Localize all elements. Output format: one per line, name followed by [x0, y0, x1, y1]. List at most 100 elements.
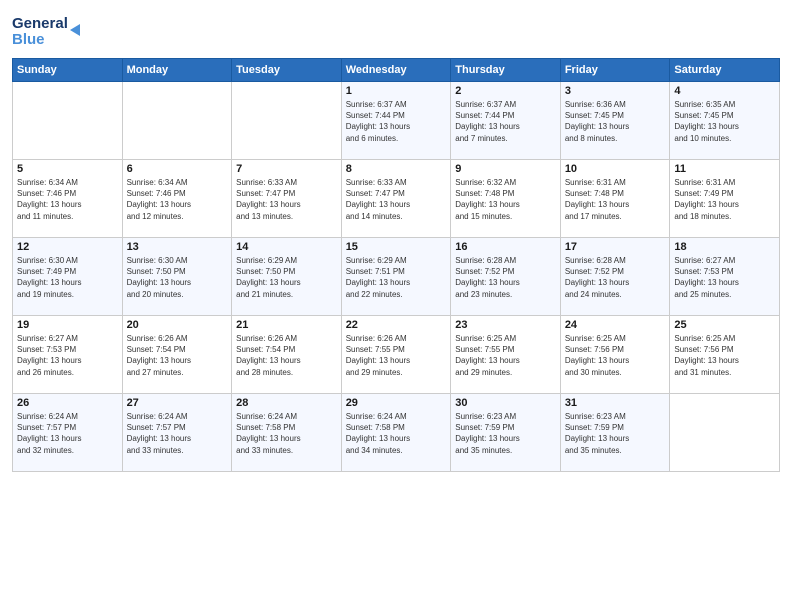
- calendar-cell: 29Sunrise: 6:24 AM Sunset: 7:58 PM Dayli…: [341, 394, 451, 472]
- day-info: Sunrise: 6:31 AM Sunset: 7:48 PM Dayligh…: [565, 177, 666, 222]
- weekday-header-wednesday: Wednesday: [341, 59, 451, 82]
- svg-text:Blue: Blue: [12, 31, 45, 48]
- day-info: Sunrise: 6:34 AM Sunset: 7:46 PM Dayligh…: [127, 177, 228, 222]
- weekday-header-tuesday: Tuesday: [232, 59, 342, 82]
- calendar-cell: 22 Sunrise: 6:26 AM Sunset: 7:55 PM Dayli…: [341, 316, 451, 394]
- day-info: Sunrise: 6:23 AM Sunset: 7:59 PM Dayligh…: [565, 411, 666, 456]
- day-info: Sunrise: 6:27 AM Sunset: 7:53 PM Dayligh…: [674, 255, 775, 300]
- calendar-week-2: 5 Sunrise: 6:34 AM Sunset: 7:46 PM Daylig…: [13, 160, 780, 238]
- day-info: Sunrise: 6:28 AM Sunset: 7:52 PM Dayligh…: [455, 255, 556, 300]
- calendar-cell: [13, 82, 123, 160]
- calendar-week-1: 1 Sunrise: 6:37 AM Sunset: 7:44 PM Daylig…: [13, 82, 780, 160]
- day-number: 12: [17, 241, 118, 253]
- calendar-cell: [670, 394, 780, 472]
- header: General Blue: [12, 10, 780, 50]
- calendar-cell: 3 Sunrise: 6:36 AM Sunset: 7:45 PM Daylig…: [560, 82, 670, 160]
- calendar-cell: 1 Sunrise: 6:37 AM Sunset: 7:44 PM Daylig…: [341, 82, 451, 160]
- day-info: Sunrise: 6:30 AM Sunset: 7:49 PM Dayligh…: [17, 255, 118, 300]
- day-info: Sunrise: 6:36 AM Sunset: 7:45 PM Dayligh…: [565, 99, 666, 144]
- calendar-cell: [232, 82, 342, 160]
- day-number: 27: [127, 397, 228, 409]
- calendar-cell: 16 Sunrise: 6:28 AM Sunset: 7:52 PM Dayli…: [451, 238, 561, 316]
- logo: General Blue: [12, 10, 82, 50]
- day-number: 22: [346, 319, 447, 331]
- day-number: 11: [674, 163, 775, 175]
- calendar-cell: 5 Sunrise: 6:34 AM Sunset: 7:46 PM Daylig…: [13, 160, 123, 238]
- calendar-cell: 21Sunrise: 6:26 AM Sunset: 7:54 PM Dayli…: [232, 316, 342, 394]
- day-number: 5: [17, 163, 118, 175]
- day-number: 20: [127, 319, 228, 331]
- day-info: Sunrise: 6:23 AM Sunset: 7:59 PM Dayligh…: [455, 411, 556, 456]
- day-info: Sunrise: 6:25 AM Sunset: 7:55 PM Dayligh…: [455, 333, 556, 378]
- day-info: Sunrise: 6:33 AM Sunset: 7:47 PM Dayligh…: [236, 177, 337, 222]
- calendar-cell: 11 Sunrise: 6:31 AM Sunset: 7:49 PM Dayli…: [670, 160, 780, 238]
- calendar-cell: 17Sunrise: 6:28 AM Sunset: 7:52 PM Dayli…: [560, 238, 670, 316]
- day-info: Sunrise: 6:30 AM Sunset: 7:50 PM Dayligh…: [127, 255, 228, 300]
- calendar-cell: 13 Sunrise: 6:30 AM Sunset: 7:50 PM Dayli…: [122, 238, 232, 316]
- day-number: 4: [674, 85, 775, 97]
- calendar-cell: 6Sunrise: 6:34 AM Sunset: 7:46 PM Daylig…: [122, 160, 232, 238]
- day-info: Sunrise: 6:34 AM Sunset: 7:46 PM Dayligh…: [17, 177, 118, 222]
- page: General Blue SundayMondayTuesdayWednesda…: [0, 0, 792, 612]
- day-info: Sunrise: 6:29 AM Sunset: 7:51 PM Dayligh…: [346, 255, 447, 300]
- day-number: 2: [455, 85, 556, 97]
- day-number: 18: [674, 241, 775, 253]
- day-info: Sunrise: 6:26 AM Sunset: 7:54 PM Dayligh…: [127, 333, 228, 378]
- weekday-header-thursday: Thursday: [451, 59, 561, 82]
- calendar-cell: 19 Sunrise: 6:27 AM Sunset: 7:53 PM Dayli…: [13, 316, 123, 394]
- day-info: Sunrise: 6:35 AM Sunset: 7:45 PM Dayligh…: [674, 99, 775, 144]
- calendar-week-5: 26 Sunrise: 6:24 AM Sunset: 7:57 PM Dayli…: [13, 394, 780, 472]
- weekday-header-sunday: Sunday: [13, 59, 123, 82]
- day-number: 3: [565, 85, 666, 97]
- weekday-header-saturday: Saturday: [670, 59, 780, 82]
- day-number: 13: [127, 241, 228, 253]
- day-number: 15: [346, 241, 447, 253]
- day-info: Sunrise: 6:24 AM Sunset: 7:57 PM Dayligh…: [127, 411, 228, 456]
- day-info: Sunrise: 6:27 AM Sunset: 7:53 PM Dayligh…: [17, 333, 118, 378]
- calendar-cell: 7 Sunrise: 6:33 AM Sunset: 7:47 PM Daylig…: [232, 160, 342, 238]
- calendar-cell: 26 Sunrise: 6:24 AM Sunset: 7:57 PM Dayli…: [13, 394, 123, 472]
- day-info: Sunrise: 6:37 AM Sunset: 7:44 PM Dayligh…: [455, 99, 556, 144]
- day-info: Sunrise: 6:25 AM Sunset: 7:56 PM Dayligh…: [565, 333, 666, 378]
- day-number: 24: [565, 319, 666, 331]
- day-info: Sunrise: 6:25 AM Sunset: 7:56 PM Dayligh…: [674, 333, 775, 378]
- day-number: 25: [674, 319, 775, 331]
- weekday-header-friday: Friday: [560, 59, 670, 82]
- calendar-table: SundayMondayTuesdayWednesdayThursdayFrid…: [12, 58, 780, 472]
- day-number: 9: [455, 163, 556, 175]
- calendar-cell: 12 Sunrise: 6:30 AM Sunset: 7:49 PM Dayli…: [13, 238, 123, 316]
- calendar-cell: 25 Sunrise: 6:25 AM Sunset: 7:56 PM Dayli…: [670, 316, 780, 394]
- calendar-cell: 9 Sunrise: 6:32 AM Sunset: 7:48 PM Daylig…: [451, 160, 561, 238]
- calendar-cell: 8 Sunrise: 6:33 AM Sunset: 7:47 PM Daylig…: [341, 160, 451, 238]
- day-info: Sunrise: 6:31 AM Sunset: 7:49 PM Dayligh…: [674, 177, 775, 222]
- svg-text:General: General: [12, 15, 68, 32]
- day-number: 26: [17, 397, 118, 409]
- day-info: Sunrise: 6:37 AM Sunset: 7:44 PM Dayligh…: [346, 99, 447, 144]
- day-info: Sunrise: 6:28 AM Sunset: 7:52 PM Dayligh…: [565, 255, 666, 300]
- calendar-cell: [122, 82, 232, 160]
- day-info: Sunrise: 6:24 AM Sunset: 7:57 PM Dayligh…: [17, 411, 118, 456]
- calendar-week-4: 19 Sunrise: 6:27 AM Sunset: 7:53 PM Dayli…: [13, 316, 780, 394]
- calendar-cell: 2 Sunrise: 6:37 AM Sunset: 7:44 PM Daylig…: [451, 82, 561, 160]
- weekday-header-monday: Monday: [122, 59, 232, 82]
- day-number: 21: [236, 319, 337, 331]
- calendar-cell: 31Sunrise: 6:23 AM Sunset: 7:59 PM Dayli…: [560, 394, 670, 472]
- calendar-cell: 30 Sunrise: 6:23 AM Sunset: 7:59 PM Dayli…: [451, 394, 561, 472]
- calendar-cell: 10Sunrise: 6:31 AM Sunset: 7:48 PM Dayli…: [560, 160, 670, 238]
- calendar-cell: 18 Sunrise: 6:27 AM Sunset: 7:53 PM Dayli…: [670, 238, 780, 316]
- day-number: 8: [346, 163, 447, 175]
- calendar-cell: 4 Sunrise: 6:35 AM Sunset: 7:45 PM Daylig…: [670, 82, 780, 160]
- calendar-cell: 14Sunrise: 6:29 AM Sunset: 7:50 PM Dayli…: [232, 238, 342, 316]
- day-number: 1: [346, 85, 447, 97]
- day-number: 29: [346, 397, 447, 409]
- day-info: Sunrise: 6:26 AM Sunset: 7:55 PM Dayligh…: [346, 333, 447, 378]
- calendar-cell: 15 Sunrise: 6:29 AM Sunset: 7:51 PM Dayli…: [341, 238, 451, 316]
- day-number: 7: [236, 163, 337, 175]
- day-info: Sunrise: 6:33 AM Sunset: 7:47 PM Dayligh…: [346, 177, 447, 222]
- day-info: Sunrise: 6:24 AM Sunset: 7:58 PM Dayligh…: [236, 411, 337, 456]
- day-number: 14: [236, 241, 337, 253]
- day-number: 30: [455, 397, 556, 409]
- day-info: Sunrise: 6:32 AM Sunset: 7:48 PM Dayligh…: [455, 177, 556, 222]
- day-number: 19: [17, 319, 118, 331]
- day-number: 16: [455, 241, 556, 253]
